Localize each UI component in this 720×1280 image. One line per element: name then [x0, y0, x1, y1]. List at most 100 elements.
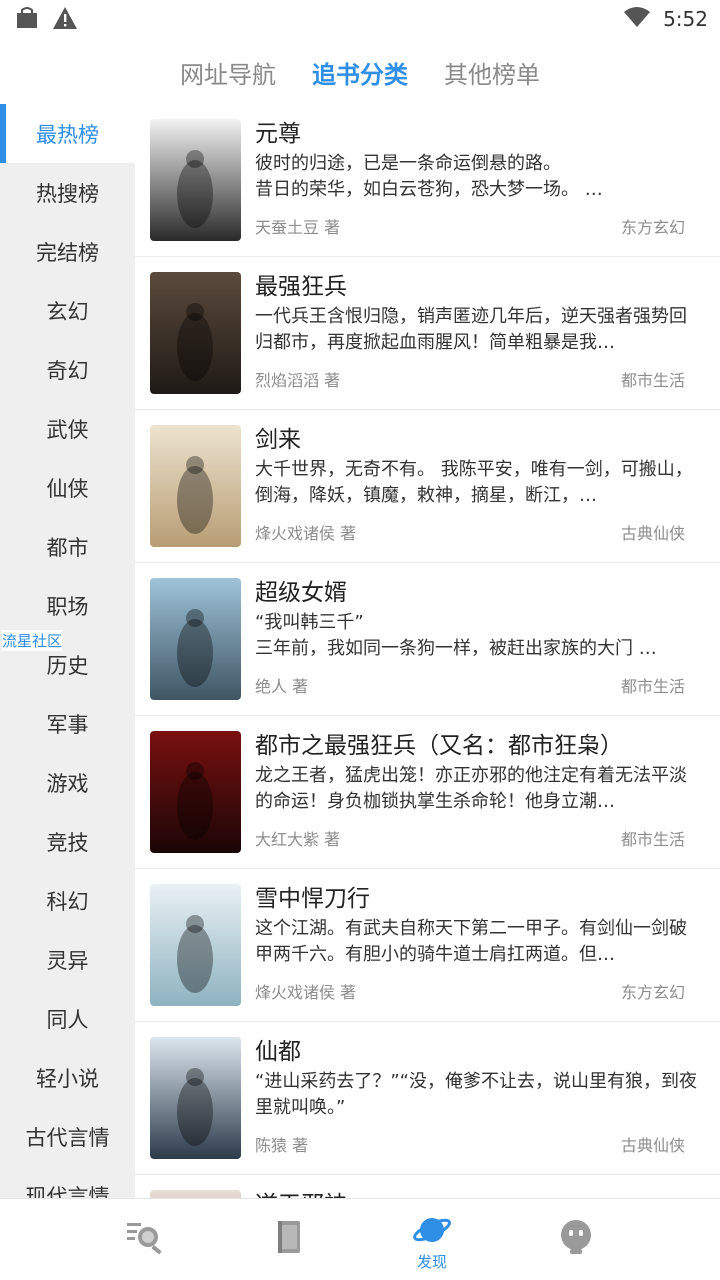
- nav-bookshelf[interactable]: [258, 1217, 318, 1277]
- book-cover-image: [150, 578, 241, 700]
- wifi-icon: [623, 6, 651, 32]
- book-category: 都市生活: [620, 830, 685, 849]
- book-list-item[interactable]: 都市之最强狂兵（又名：都市狂枭） 龙之王者，猛虎出笼！亦正亦邪的他注定有着无法平淡…: [135, 716, 720, 869]
- sidebar-item-3[interactable]: 玄幻: [0, 281, 135, 340]
- book-description: 龙之王者，猛虎出笼！亦正亦邪的他注定有着无法平淡的命运！身负枷锁执掌生杀命轮！他…: [255, 765, 687, 812]
- nav-search-list[interactable]: [116, 1217, 176, 1277]
- top-tab-bar: 网址导航 追书分类 其他榜单: [0, 40, 720, 104]
- book-icon: [268, 1221, 308, 1261]
- sidebar-item-label: 热搜榜: [36, 181, 99, 206]
- book-title: 逆天邪神: [255, 1185, 347, 1198]
- book-title: 最强狂兵: [255, 274, 347, 300]
- book-author: 大红大紫 著: [255, 830, 341, 849]
- sidebar-item-12[interactable]: 竞技: [0, 812, 135, 871]
- nav-discover[interactable]: 发现: [402, 1213, 462, 1273]
- search-list-icon: [123, 1223, 169, 1261]
- sidebar-item-label: 玄幻: [46, 299, 89, 324]
- bag-icon: [14, 6, 40, 34]
- sidebar-item-label: 科幻: [46, 889, 89, 914]
- sidebar-item-label: 都市: [46, 535, 89, 560]
- sidebar-item-label: 灵异: [46, 948, 89, 973]
- sidebar-item-4[interactable]: 奇幻: [0, 340, 135, 399]
- sidebar-item-label: 奇幻: [46, 358, 89, 383]
- status-time: 5:52: [663, 7, 708, 31]
- tab-url-navigation[interactable]: 网址导航: [180, 55, 276, 90]
- book-list-item[interactable]: 雪中悍刀行这个江湖。有武夫自称天下第二一甲子。有剑仙一剑破甲两千六。有胆小的骑牛…: [135, 869, 720, 1022]
- book-list-item[interactable]: 最强狂兵 一代兵王含恨归隐，销声匿迹几年后，逆天强者强势回归都市，再度掀起血雨腥风…: [135, 257, 720, 410]
- book-title: 超级女婿: [255, 580, 347, 606]
- book-list-item[interactable]: 元尊彼时的归途，已是一条命运倒悬的路。 昔日的荣华，如白云苍狗，恐大梦一场。 ……: [135, 104, 720, 257]
- book-author: 烽火戏诸侯 著: [255, 524, 357, 543]
- sidebar-item-0[interactable]: 最热榜: [0, 104, 135, 163]
- sidebar-item-11[interactable]: 游戏: [0, 753, 135, 812]
- book-cover-image: [150, 272, 241, 394]
- book-category: 都市生活: [620, 371, 685, 390]
- sidebar-item-8[interactable]: 职场: [0, 576, 135, 635]
- book-title: 都市之最强狂兵（又名：都市狂枭）: [255, 733, 623, 759]
- status-bar: 5:52: [0, 0, 720, 40]
- book-description: “我叫韩三千” 三年前，我如同一条狗一样，被赶出家族的大门 …: [255, 612, 657, 659]
- sidebar-item-18[interactable]: 现代言情: [0, 1166, 135, 1199]
- book-author: 绝人 著: [255, 677, 309, 696]
- book-list-item[interactable]: 超级女婿 “我叫韩三千” 三年前，我如同一条狗一样，被赶出家族的大门 … 绝人 著 都…: [135, 563, 720, 716]
- sidebar-item-label: 轻小说: [36, 1066, 99, 1091]
- sidebar-item-label: 最热榜: [36, 122, 99, 147]
- book-cover-image: [150, 119, 241, 241]
- book-author: 烽火戏诸侯 著: [255, 983, 357, 1002]
- sidebar-item-label: 职场: [46, 594, 89, 619]
- sidebar-item-5[interactable]: 武侠: [0, 399, 135, 458]
- book-cover-image: [150, 731, 241, 853]
- status-left: [14, 6, 78, 34]
- book-category: 古典仙侠: [620, 524, 685, 543]
- sidebar-item-label: 仙侠: [46, 476, 89, 501]
- book-list[interactable]: 元尊彼时的归途，已是一条命运倒悬的路。 昔日的荣华，如白云苍狗，恐大梦一场。 ……: [135, 104, 720, 1198]
- book-cover-image: [150, 1037, 241, 1159]
- sidebar-item-10[interactable]: 军事: [0, 694, 135, 753]
- book-category: 东方玄幻: [620, 218, 685, 237]
- book-cover-image: [150, 425, 241, 547]
- profile-icon: [556, 1220, 596, 1261]
- sidebar-item-13[interactable]: 科幻: [0, 871, 135, 930]
- book-title: 雪中悍刀行: [255, 886, 370, 912]
- book-title: 剑来: [255, 427, 301, 453]
- book-description: 大千世界，无奇不有。 我陈平安，唯有一剑，可搬山，倒海，降妖，镇魔，敕神，摘星，…: [255, 459, 693, 506]
- sidebar-item-7[interactable]: 都市: [0, 517, 135, 576]
- book-author: 陈猿 著: [255, 1136, 309, 1155]
- sidebar-item-6[interactable]: 仙侠: [0, 458, 135, 517]
- sidebar-item-label: 游戏: [46, 771, 89, 796]
- tab-book-categories[interactable]: 追书分类: [312, 55, 408, 90]
- status-right: 5:52: [623, 6, 708, 32]
- sidebar-item-17[interactable]: 古代言情: [0, 1107, 135, 1166]
- warning-icon: [52, 6, 78, 34]
- nav-profile[interactable]: [546, 1217, 606, 1277]
- category-sidebar[interactable]: 最热榜 热搜榜 完结榜 玄幻 奇幻 武侠 仙侠 都市 职场 历史 军事 游戏 竞技 科幻 灵异 同人 轻小说 古代…: [0, 104, 135, 1198]
- book-cover-image: [150, 884, 241, 1006]
- book-description: 彼时的归途，已是一条命运倒悬的路。 昔日的荣华，如白云苍狗，恐大梦一场。 …: [255, 153, 603, 200]
- bottom-nav: 发现: [0, 1198, 720, 1280]
- book-list-item[interactable]: 仙都 “进山采药去了？”“没，俺爹不让去，说山里有狼，到夜里就叫唤。” 陈猿 著 古典…: [135, 1022, 720, 1175]
- book-cover-image: [150, 1190, 241, 1198]
- sidebar-item-2[interactable]: 完结榜: [0, 222, 135, 281]
- sidebar-item-label: 武侠: [46, 417, 89, 442]
- sidebar-item-label: 现代言情: [25, 1184, 110, 1199]
- book-list-item[interactable]: 剑来大千世界，无奇不有。 我陈平安，唯有一剑，可搬山，倒海，降妖，镇魔，敕神，摘…: [135, 410, 720, 563]
- sidebar-item-label: 古代言情: [25, 1125, 110, 1150]
- watermark-label: 流星社区: [2, 630, 63, 651]
- sidebar-item-16[interactable]: 轻小说: [0, 1048, 135, 1107]
- sidebar-item-1[interactable]: 热搜榜: [0, 163, 135, 222]
- book-author: 天蚕土豆 著: [255, 218, 341, 237]
- book-category: 都市生活: [620, 677, 685, 696]
- book-category: 古典仙侠: [620, 1136, 685, 1155]
- book-list-item[interactable]: 逆天邪神: [135, 1175, 720, 1198]
- sidebar-item-15[interactable]: 同人: [0, 989, 135, 1048]
- sidebar-item-label: 竞技: [46, 830, 89, 855]
- book-title: 仙都: [255, 1039, 301, 1065]
- book-description: “进山采药去了？”“没，俺爹不让去，说山里有狼，到夜里就叫唤。”: [255, 1071, 697, 1118]
- tab-other-rankings[interactable]: 其他榜单: [444, 55, 540, 90]
- nav-discover-label: 发现: [416, 1253, 447, 1271]
- book-author: 烈焰滔滔 著: [255, 371, 341, 390]
- book-category: 东方玄幻: [620, 983, 685, 1002]
- sidebar-item-14[interactable]: 灵异: [0, 930, 135, 989]
- book-title: 元尊: [255, 121, 301, 147]
- book-description: 这个江湖。有武夫自称天下第二一甲子。有剑仙一剑破甲两千六。有胆小的骑牛道士肩扛两…: [255, 918, 687, 965]
